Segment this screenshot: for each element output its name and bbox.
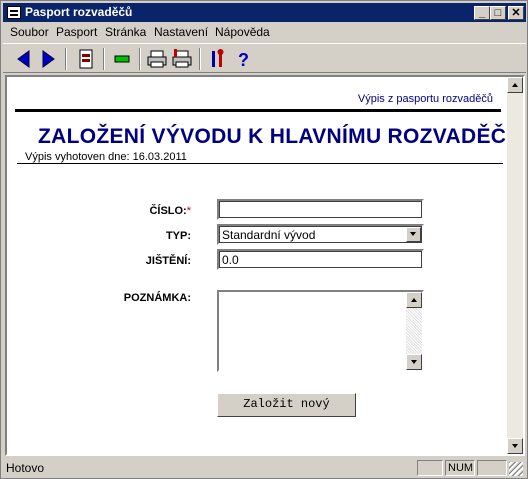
application-window: Pasport rozvaděčů _ □ ✕ Soubor Pasport S… [0,0,528,479]
title-bar[interactable]: Pasport rozvaděčů _ □ ✕ [3,3,526,22]
document-view: Výpis z pasportu rozvaděčů ZALOŽENÍ VÝVO… [5,75,525,456]
cislo-input[interactable] [217,199,424,220]
toolbar-separator [139,48,141,70]
help-question-icon[interactable]: ? [233,48,255,70]
menu-napoveda[interactable]: Nápověda [215,25,270,39]
menu-pasport[interactable]: Pasport [56,25,97,39]
date-rule [17,163,503,164]
header-rule [15,109,501,112]
menu-soubor[interactable]: Soubor [10,25,49,39]
scroll-up-icon[interactable] [406,292,422,308]
typ-label: TYP: [165,230,191,242]
scroll-down-icon[interactable] [406,354,422,370]
toolbar: ? [3,43,526,73]
header-link[interactable]: Výpis z pasportu rozvaděčů [358,93,493,105]
close-button[interactable]: ✕ [508,6,524,20]
resize-grip-icon[interactable] [509,462,523,476]
toolbar-separator [103,48,105,70]
minus-green-icon[interactable] [111,48,133,70]
scroll-down-icon[interactable] [507,438,523,454]
scroll-up-icon[interactable] [507,77,523,93]
toolbar-separator [199,48,201,70]
status-panel [477,460,507,476]
date-line: Výpis vyhotoven dne: 16.03.2011 [25,151,187,163]
poznamka-label: POZNÁMKA: [123,292,191,304]
cislo-label: ČÍSLO:* [149,205,191,217]
jisteni-label: JIŠTĚNÍ: [145,255,191,267]
window-title: Pasport rozvaděčů [25,5,133,19]
settings-tools-icon[interactable] [207,48,229,70]
num-indicator: NUM [445,460,475,476]
vertical-scrollbar[interactable] [507,77,523,454]
app-icon[interactable] [7,6,21,19]
forward-arrow-icon[interactable] [37,48,59,70]
required-mark: * [186,205,191,217]
jisteni-input[interactable]: 0.0 [217,249,424,270]
typ-select-value: Standardní vývod [222,228,316,242]
document-icon[interactable] [75,48,97,70]
toolbar-separator [65,48,67,70]
menu-stranka[interactable]: Stránka [105,25,146,39]
minimize-button[interactable]: _ [474,6,490,20]
svg-text:?: ? [238,50,249,70]
menu-nastaveni[interactable]: Nastavení [154,25,208,39]
back-arrow-icon[interactable] [13,48,35,70]
status-panel [417,460,443,476]
textarea-scrollbar[interactable] [406,292,422,370]
zalozit-novy-button[interactable]: Založit nový [217,393,356,417]
page-title: ZALOŽENÍ VÝVODU K HLAVNÍMU ROZVADĚČI [38,125,513,148]
poznamka-textarea[interactable] [217,290,424,372]
status-bar: Hotovo NUM [3,458,526,477]
print-icon[interactable] [146,48,168,70]
status-text: Hotovo [6,461,45,475]
maximize-button[interactable]: □ [490,6,506,20]
print-preview-icon[interactable] [171,48,193,70]
menu-bar: Soubor Pasport Stránka Nastavení Nápověd… [3,23,526,42]
typ-select[interactable]: Standardní vývod [217,224,424,245]
chevron-down-icon[interactable] [406,227,421,242]
